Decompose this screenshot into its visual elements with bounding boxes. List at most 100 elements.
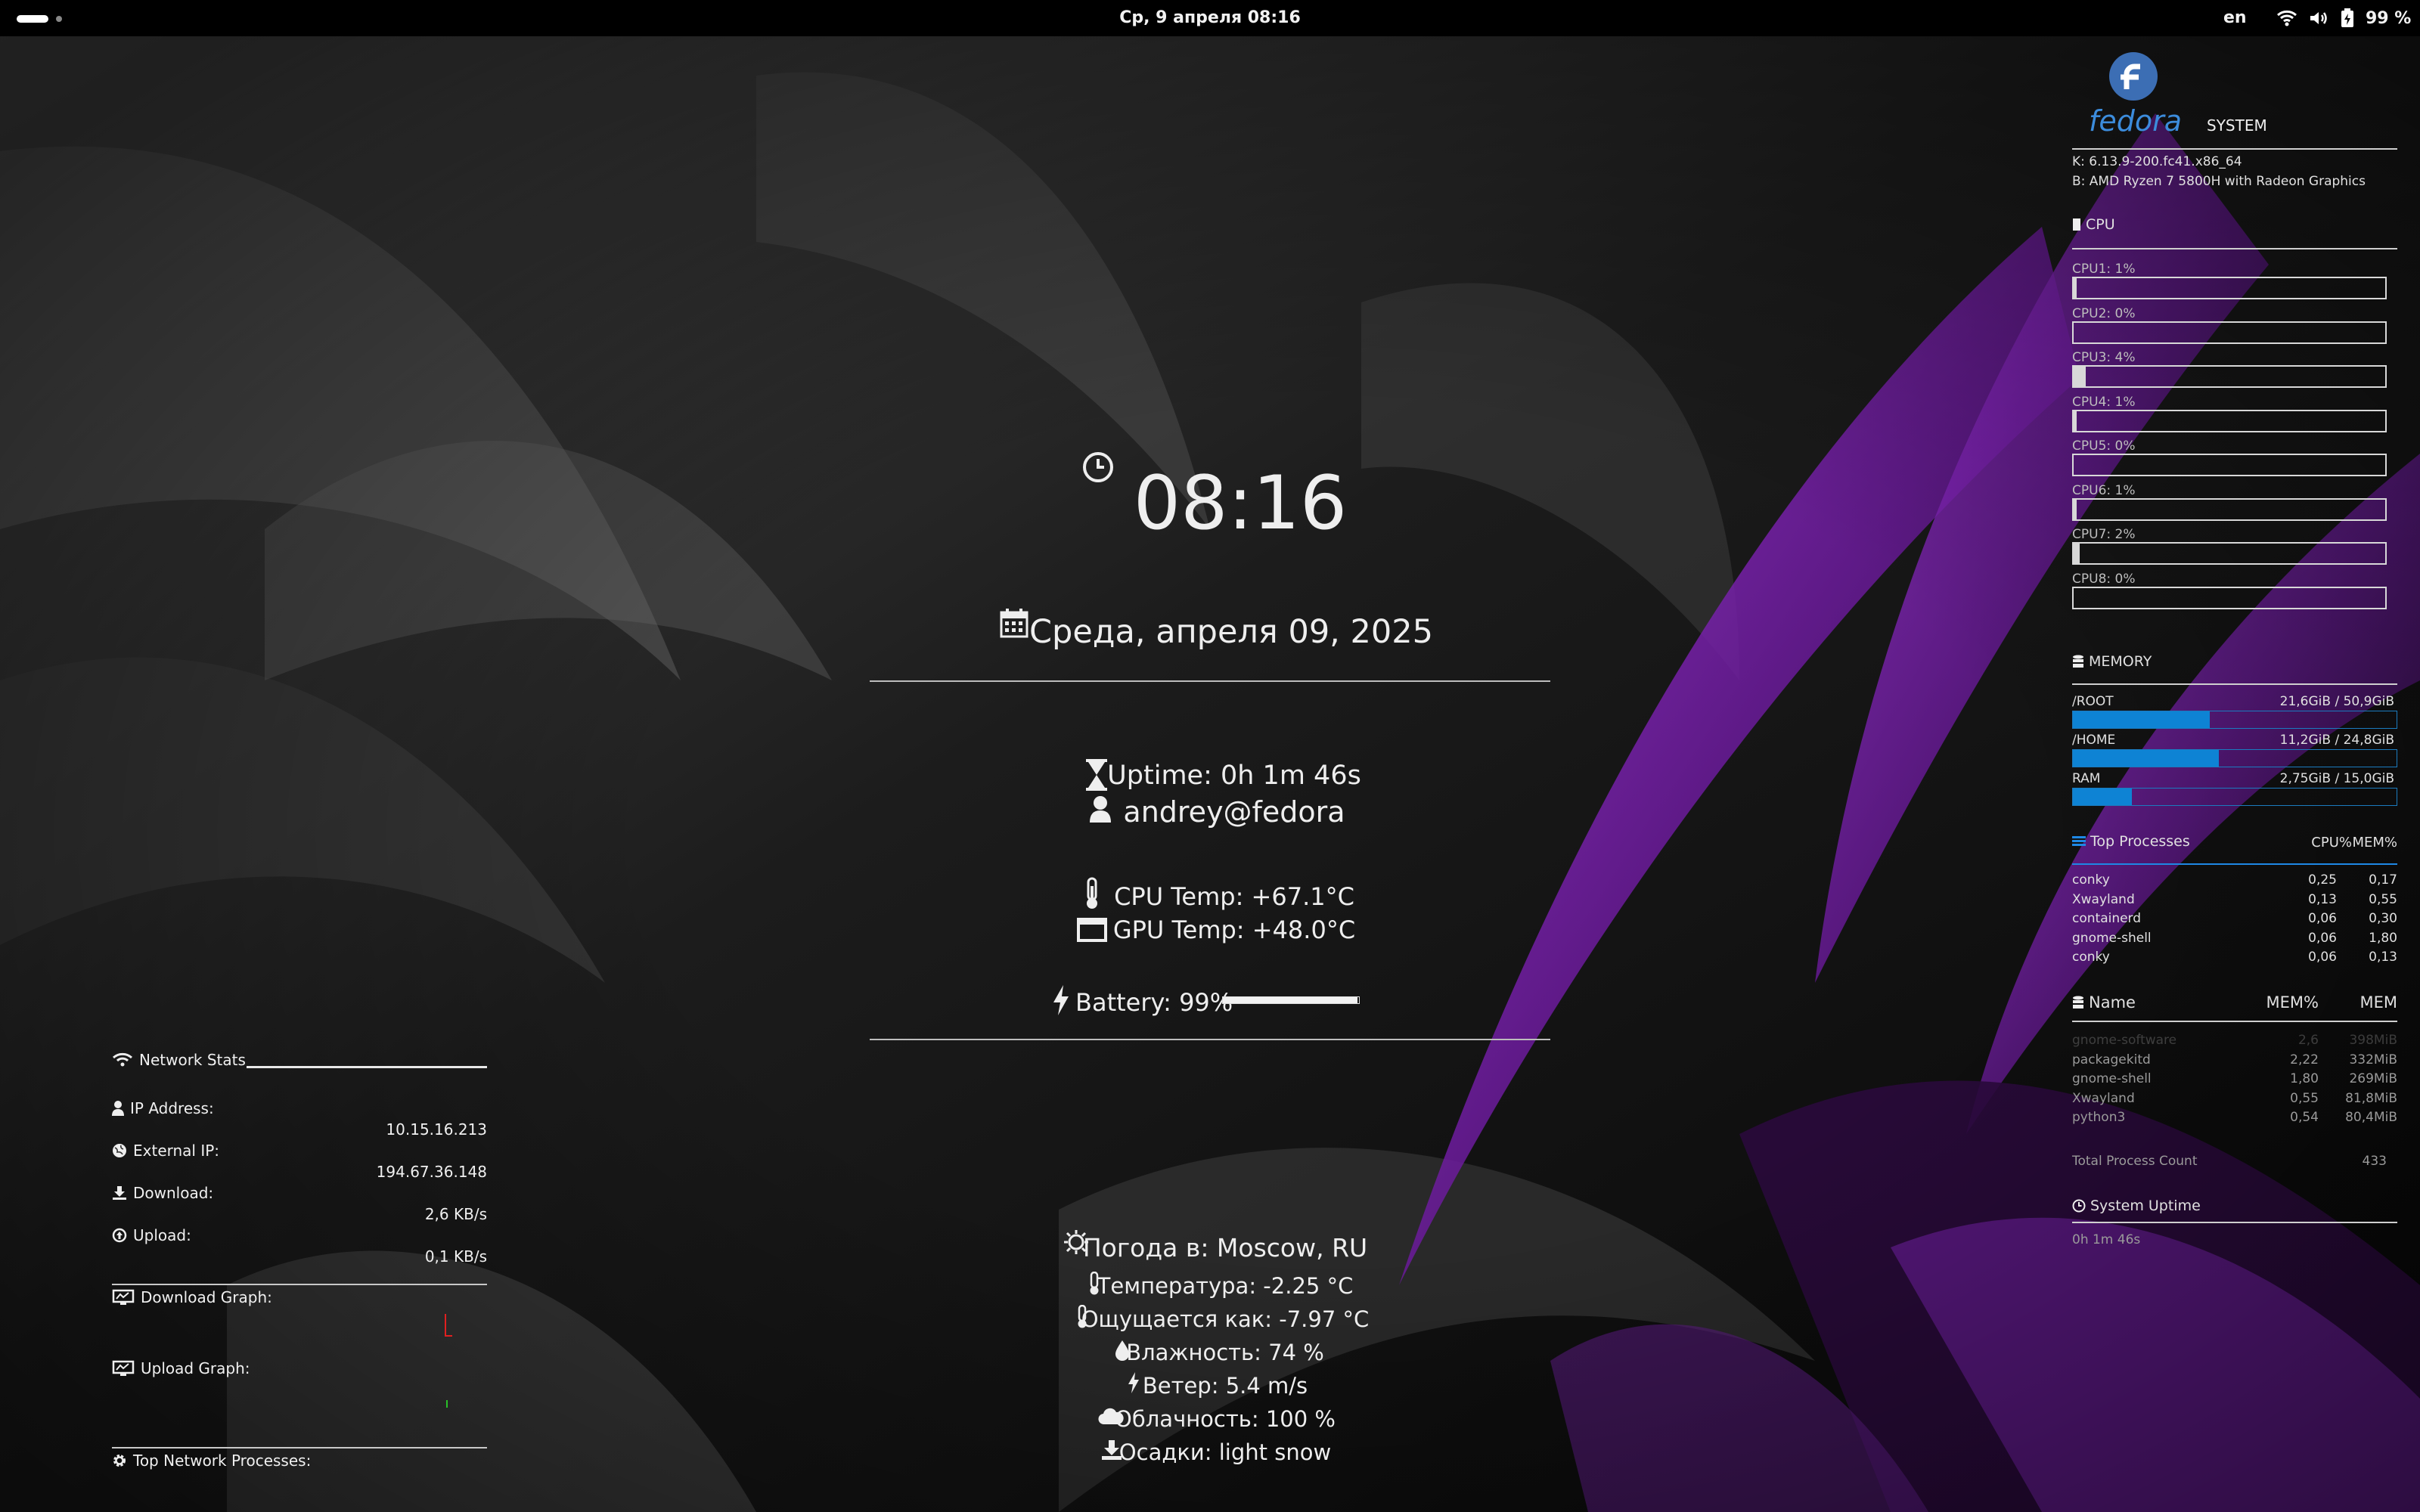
battery-level-bar bbox=[1222, 996, 1360, 1004]
database-icon bbox=[2073, 655, 2083, 668]
weather-feels-like: Ощущается как: -7.97 °C bbox=[1081, 1306, 1370, 1332]
upload-graph-label: Upload Graph: bbox=[141, 1359, 250, 1377]
divider bbox=[2072, 1021, 2397, 1022]
cpu-core-bar bbox=[2072, 586, 2387, 609]
ip-address-label: IP Address: bbox=[130, 1099, 214, 1117]
mem-usage-bar bbox=[2072, 788, 2397, 806]
process-name: gnome-software bbox=[2072, 1033, 2177, 1048]
divider bbox=[112, 1447, 487, 1448]
top-processes-title: Top Processes bbox=[2090, 833, 2190, 850]
process-name: packagekitd bbox=[2072, 1052, 2151, 1067]
cpu-temp-text: CPU Temp: +67.1°C bbox=[1114, 882, 1354, 911]
divider bbox=[112, 1284, 487, 1285]
divider bbox=[2072, 1222, 2397, 1223]
divider bbox=[2072, 248, 2397, 249]
process-name: Xwayland bbox=[2072, 891, 2135, 907]
mem-usage-bar bbox=[2072, 749, 2397, 767]
weather-precipitation: Осадки: light snow bbox=[1118, 1439, 1332, 1465]
conky-center-widget: 08:16 Среда, апреля 09, 2025 Uptime: 0h … bbox=[870, 0, 1550, 1512]
memory-processes-pct-header: MEM% bbox=[2266, 993, 2319, 1012]
upload-graph-spike bbox=[446, 1400, 448, 1408]
mem-usage-value: 11,2GiB / 24,8GiB bbox=[2279, 733, 2394, 748]
cpu-core-bar bbox=[2072, 409, 2387, 432]
fedora-wordmark: fedora bbox=[2089, 104, 2183, 138]
mem-mount-label: /HOME bbox=[2072, 733, 2116, 748]
database-icon bbox=[2073, 996, 2083, 1009]
clock-time: 08:16 bbox=[1133, 460, 1348, 547]
cpu-icon bbox=[2073, 218, 2080, 231]
total-process-count-value: 433 bbox=[2362, 1154, 2387, 1169]
gpu-temp-text: GPU Temp: +48.0°C bbox=[1112, 916, 1356, 944]
uptime-text: Uptime: 0h 1m 46s bbox=[1107, 761, 1361, 791]
battery-icon bbox=[2341, 8, 2353, 27]
process-cpu: 0,06 bbox=[2308, 930, 2337, 946]
weather-humidity: Влажность: 74 % bbox=[1126, 1340, 1324, 1365]
globe-icon bbox=[113, 1144, 126, 1157]
process-name: conky bbox=[2072, 872, 2110, 888]
process-cpu: 0,06 bbox=[2308, 950, 2337, 965]
process-name: containerd bbox=[2072, 911, 2142, 926]
total-process-count-label: Total Process Count bbox=[2072, 1154, 2198, 1169]
system-tray[interactable]: 99 % bbox=[2276, 6, 2411, 30]
process-mem-size: 398MiB bbox=[2349, 1033, 2397, 1048]
upload-label: Upload: bbox=[133, 1226, 191, 1244]
cpu-core-bar bbox=[2072, 454, 2387, 476]
cpu-core-label: CPU1: 1% bbox=[2072, 262, 2136, 277]
cpu-core-bar bbox=[2072, 497, 2387, 521]
cpu-core-label: CPU2: 0% bbox=[2072, 305, 2136, 321]
cpu-core-label: CPU8: 0% bbox=[2072, 571, 2136, 587]
network-stats-title: Network Stats bbox=[139, 1051, 246, 1069]
cpu-core-label: CPU6: 1% bbox=[2072, 482, 2136, 498]
weather-temperature: Температура: -2.25 °C bbox=[1097, 1273, 1354, 1299]
divider bbox=[2072, 863, 2397, 865]
workspace-indicator-active[interactable] bbox=[17, 15, 48, 23]
date-text: Среда, апреля 09, 2025 bbox=[1029, 613, 1433, 651]
download-icon bbox=[113, 1186, 126, 1200]
memory-processes-mem-header: MEM bbox=[2360, 993, 2397, 1012]
volume-icon bbox=[2310, 12, 2327, 24]
cpu-section-title: CPU bbox=[2086, 216, 2115, 233]
process-name: Xwayland bbox=[2072, 1090, 2135, 1106]
battery-text: Battery: 99% bbox=[1075, 988, 1233, 1017]
wifi-icon bbox=[113, 1052, 132, 1067]
divider bbox=[2072, 683, 2397, 685]
weather-location: Погода в: Moscow, RU bbox=[1082, 1233, 1368, 1263]
upload-icon bbox=[112, 1228, 127, 1243]
kernel-version: K: 6.13.9-200.fc41.x86_64 bbox=[2072, 154, 2242, 169]
cpu-core-bar-fill bbox=[2074, 499, 2077, 519]
upload-speed: 0,1 KB/s bbox=[424, 1247, 487, 1266]
keyboard-layout-indicator[interactable]: en bbox=[2223, 0, 2247, 36]
workspace-indicator[interactable] bbox=[56, 16, 62, 22]
cpu-core-label: CPU5: 0% bbox=[2072, 438, 2136, 454]
wifi-icon bbox=[2277, 10, 2297, 26]
divider bbox=[870, 1039, 1550, 1040]
monitor-graph-icon bbox=[112, 1360, 135, 1376]
top-processes-mem-header: MEM% bbox=[2352, 835, 2397, 850]
process-mem-pct: 1,80 bbox=[2290, 1071, 2319, 1086]
cpu-core-bar bbox=[2072, 542, 2387, 565]
process-mem-pct: 0,55 bbox=[2290, 1090, 2319, 1106]
mem-mount-label: /ROOT bbox=[2072, 694, 2114, 709]
download-graph bbox=[112, 1308, 487, 1346]
process-mem-size: 332MiB bbox=[2349, 1052, 2397, 1067]
process-mem: 0,17 bbox=[2369, 872, 2397, 888]
cpu-core-bar bbox=[2072, 321, 2387, 344]
cpu-core-bar-fill bbox=[2074, 411, 2077, 431]
mem-usage-bar-fill bbox=[2073, 750, 2220, 767]
ip-address-value: 10.15.16.213 bbox=[386, 1120, 487, 1139]
process-cpu: 0,06 bbox=[2308, 911, 2337, 926]
monitor-graph-icon bbox=[112, 1289, 135, 1305]
cpu-core-label: CPU3: 4% bbox=[2072, 350, 2136, 365]
download-speed: 2,6 KB/s bbox=[424, 1205, 487, 1223]
process-cpu: 0,13 bbox=[2308, 891, 2337, 907]
system-uptime-value: 0h 1m 46s bbox=[2072, 1232, 2141, 1247]
memory-processes-title: Name bbox=[2089, 993, 2136, 1012]
process-mem: 1,80 bbox=[2369, 930, 2397, 946]
username-text: andrey@fedora bbox=[1123, 795, 1345, 829]
process-mem-size: 80,4MiB bbox=[2345, 1110, 2397, 1125]
mem-mount-label: RAM bbox=[2072, 771, 2101, 786]
upload-graph bbox=[112, 1379, 487, 1417]
weather-clouds: Облачность: 100 % bbox=[1115, 1406, 1336, 1432]
mem-usage-value: 2,75GiB / 15,0GiB bbox=[2279, 771, 2394, 786]
divider bbox=[247, 1066, 487, 1068]
